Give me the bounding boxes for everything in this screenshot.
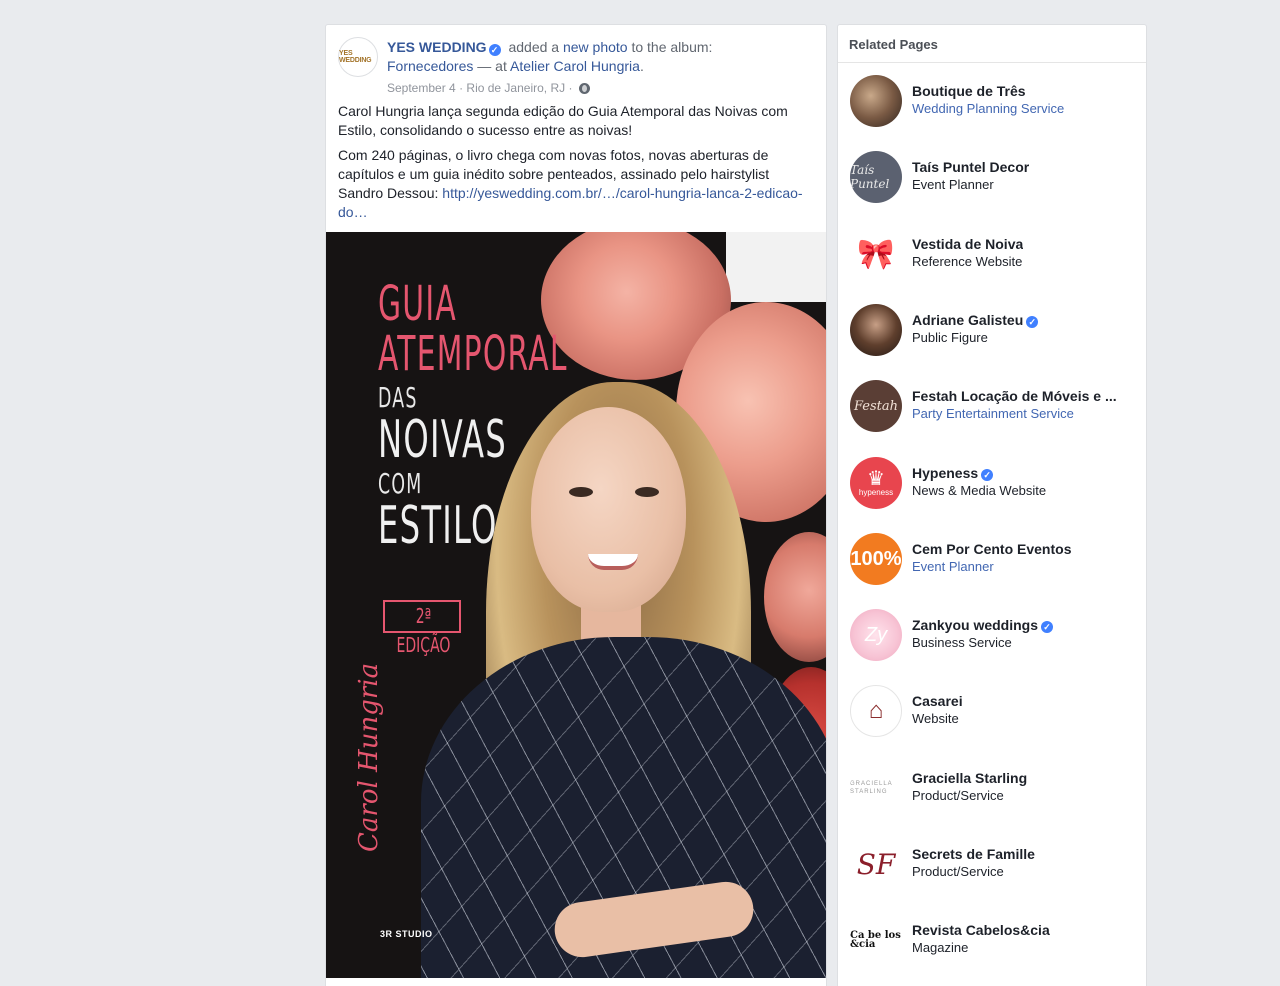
related-page-category: Public Figure: [912, 330, 988, 345]
related-page-item[interactable]: Zy Zankyou weddings ✓ Business Service: [838, 609, 1146, 665]
related-page-category: Magazine: [912, 940, 969, 955]
related-page-item[interactable]: SF Secrets de Famille Product/Service: [838, 838, 1146, 894]
location-link[interactable]: Atelier Carol Hungria: [510, 58, 640, 74]
crown-icon[interactable]: ♛ hypeness: [850, 457, 902, 509]
related-page-item[interactable]: Adriane Galisteu ✓ Public Figure: [838, 304, 1146, 360]
tais-avatar[interactable]: Taís Puntel: [850, 151, 902, 203]
post-place-link[interactable]: Rio de Janeiro, RJ: [466, 81, 565, 95]
zankyou-avatar[interactable]: Zy: [850, 609, 902, 661]
related-page-category: Product/Service: [912, 788, 1004, 803]
related-page-name[interactable]: Secrets de Famille: [912, 846, 1035, 862]
album-link[interactable]: Fornecedores: [387, 58, 473, 74]
related-page-category: Product/Service: [912, 864, 1004, 879]
related-page-category[interactable]: Wedding Planning Service: [912, 101, 1064, 116]
sf-monogram-icon[interactable]: SF: [850, 838, 902, 890]
related-pages-title: Related Pages: [838, 25, 1146, 63]
related-page-category: Reference Website: [912, 254, 1023, 269]
post-header-text: YES WEDDING ✓ added a new photo to the al…: [387, 39, 713, 74]
related-page-item[interactable]: Festah Festah Locação de Móveis e ... Part…: [838, 380, 1146, 436]
post-card: YES WEDDING YES WEDDING ✓ added a new pho…: [325, 24, 827, 986]
verified-badge-icon: ✓: [1026, 316, 1039, 328]
related-page-category: Business Service: [912, 635, 1012, 650]
cover-line-com: COM: [378, 467, 423, 500]
post-paragraph-2: Com 240 páginas, o livro chega com novas…: [338, 147, 803, 220]
related-page-name[interactable]: Graciella Starling: [912, 770, 1027, 786]
new-photo-link[interactable]: new photo: [563, 39, 628, 55]
related-page-item[interactable]: 🎀 Vestida de Noiva Reference Website: [838, 228, 1146, 284]
book-cover-title: GUIA ATEMPORAL DAS NOIVAS COM ESTILO: [378, 280, 684, 552]
related-page-item[interactable]: Boutique de Três Wedding Planning Service: [838, 75, 1146, 131]
boutique-avatar[interactable]: [850, 75, 902, 127]
graciella-avatar[interactable]: GRACIELLA STARLING: [850, 762, 902, 814]
related-page-category: News & Media Website: [912, 483, 1047, 498]
globe-icon[interactable]: [578, 83, 590, 94]
cover-line-das: DAS: [378, 381, 418, 414]
author-signature: Carol Hungria: [354, 662, 384, 852]
cem-avatar[interactable]: 100%: [850, 533, 902, 585]
verified-badge-icon: ✓: [981, 469, 994, 481]
cover-line-noivas: NOIVAS: [378, 410, 507, 470]
related-page-item[interactable]: ⌂ Casarei Website: [838, 685, 1146, 741]
related-page-name[interactable]: Hypeness ✓: [912, 465, 994, 481]
revista-avatar[interactable]: Ca be los &cia: [850, 914, 902, 966]
related-page-name[interactable]: Revista Cabelos&cia: [912, 922, 1050, 938]
related-page-name[interactable]: Festah Locação de Móveis e ...: [912, 388, 1117, 404]
at-text: — at: [477, 58, 507, 74]
related-page-category: Website: [912, 711, 959, 726]
related-page-item[interactable]: ♛ hypeness Hypeness ✓ News & Media Website: [838, 457, 1146, 513]
related-page-item[interactable]: 100% Cem Por Cento Eventos Event Planner: [838, 533, 1146, 589]
related-page-item[interactable]: Ca be los &cia Revista Cabelos&cia Magazin…: [838, 914, 1146, 970]
avatar-logo-text: YES WEDDING: [339, 50, 372, 64]
related-page-name[interactable]: Boutique de Três: [912, 83, 1026, 99]
edition-badge: 2ª EDIÇÃO: [383, 600, 461, 657]
festah-avatar[interactable]: Festah: [850, 380, 902, 432]
birdcage-icon[interactable]: ⌂: [850, 685, 902, 737]
post-photo[interactable]: GUIA ATEMPORAL DAS NOIVAS COM ESTILO 2ª …: [326, 232, 826, 978]
action-prefix: added a: [508, 39, 560, 55]
post-header: YES WEDDING YES WEDDING ✓ added a new pho…: [338, 37, 814, 97]
yes-wedding-avatar[interactable]: YES WEDDING: [338, 37, 378, 77]
related-page-category: Event Planner: [912, 177, 994, 192]
related-page-category[interactable]: Party Entertainment Service: [912, 406, 1074, 421]
cover-line-guia: GUIA: [378, 276, 457, 332]
related-page-category[interactable]: Event Planner: [912, 559, 994, 574]
related-page-name[interactable]: Casarei: [912, 693, 963, 709]
related-page-name[interactable]: Taís Puntel Decor: [912, 159, 1029, 175]
related-pages-panel: Related Pages Boutique de Três Wedding Pl…: [837, 24, 1147, 986]
related-page-name[interactable]: Cem Por Cento Eventos: [912, 541, 1071, 557]
related-page-item[interactable]: Taís Puntel Taís Puntel Decor Event Planne…: [838, 151, 1146, 207]
adriane-avatar[interactable]: [850, 304, 902, 356]
related-page-name[interactable]: Zankyou weddings ✓: [912, 617, 1054, 633]
post-meta: September 4 · Rio de Janeiro, RJ ·: [387, 81, 590, 95]
post-body: Carol Hungria lança segunda edição do Gu…: [338, 102, 814, 228]
paper-rose: [764, 532, 826, 662]
post-paragraph-1: Carol Hungria lança segunda edição do Gu…: [338, 103, 788, 138]
action-suffix: to the album:: [631, 39, 713, 55]
related-page-name[interactable]: Vestida de Noiva: [912, 236, 1023, 252]
verified-badge-icon: ✓: [1041, 621, 1054, 633]
cover-line-estilo: ESTILO: [378, 496, 498, 556]
related-page-item[interactable]: GRACIELLA STARLING Graciella Starling Prod…: [838, 762, 1146, 818]
studio-logo: 3R STUDIO: [380, 929, 433, 939]
verified-badge-icon: ✓: [488, 44, 501, 56]
post-date-link[interactable]: September 4: [387, 81, 456, 95]
related-page-name[interactable]: Adriane Galisteu ✓: [912, 312, 1039, 328]
bow-icon[interactable]: 🎀: [850, 228, 902, 280]
window-pane: [726, 232, 826, 302]
author-link[interactable]: YES WEDDING: [387, 39, 487, 55]
cover-line-atemporal: ATEMPORAL: [378, 326, 568, 382]
